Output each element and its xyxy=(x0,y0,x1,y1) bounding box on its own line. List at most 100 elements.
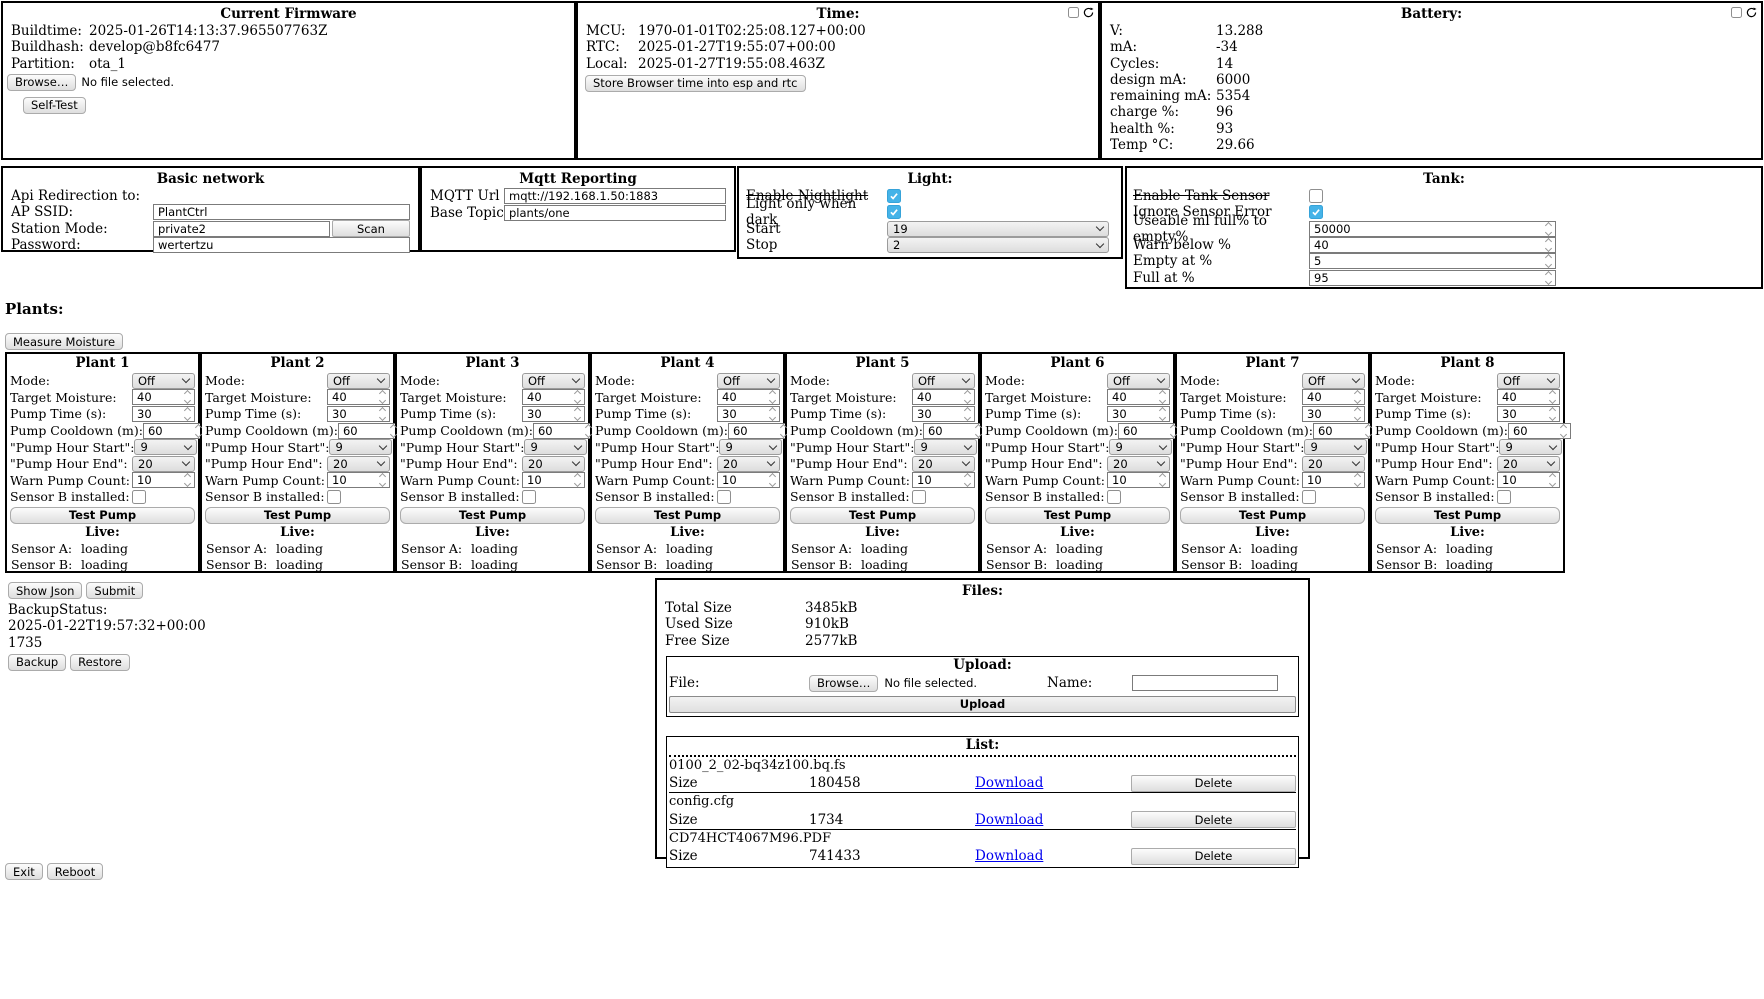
plant-cooldown-input[interactable] xyxy=(143,423,206,439)
plant-warn-count-input-field[interactable] xyxy=(913,473,961,487)
download-link[interactable]: Download xyxy=(975,775,1043,791)
plant-mode-select[interactable]: Off xyxy=(1107,373,1170,389)
plant-sensor-b-checkbox[interactable] xyxy=(912,490,926,504)
tank-useable-input-field[interactable] xyxy=(1310,222,1542,236)
tank-full-input-field[interactable] xyxy=(1310,271,1542,285)
station-mode-input[interactable] xyxy=(153,221,330,237)
upload-button[interactable]: Upload xyxy=(669,696,1296,713)
spinner-icon[interactable] xyxy=(376,390,389,404)
plant-cooldown-input-field[interactable] xyxy=(1119,424,1167,438)
test-pump-button[interactable]: Test Pump xyxy=(400,507,585,524)
reboot-button[interactable]: Reboot xyxy=(47,863,103,880)
restore-button[interactable]: Restore xyxy=(70,654,130,671)
plant-cooldown-input[interactable] xyxy=(533,423,596,439)
plant-cooldown-input-field[interactable] xyxy=(534,424,582,438)
plant-mode-select[interactable]: Off xyxy=(327,373,390,389)
mqtt-topic-input[interactable] xyxy=(504,205,726,221)
plant-hour-start-select[interactable]: 9 xyxy=(1499,439,1562,455)
spinner-icon[interactable] xyxy=(1351,407,1364,421)
plant-mode-select[interactable]: Off xyxy=(132,373,195,389)
plant-target-input[interactable] xyxy=(912,389,975,405)
spinner-icon[interactable] xyxy=(766,390,779,404)
plant-sensor-b-checkbox[interactable] xyxy=(1302,490,1316,504)
tank-ignore-checkbox[interactable] xyxy=(1309,205,1323,219)
light-start-select[interactable]: 19 xyxy=(887,221,1109,237)
spinner-icon[interactable] xyxy=(1546,407,1559,421)
plant-pump-time-input[interactable] xyxy=(132,406,195,422)
spinner-icon[interactable] xyxy=(766,407,779,421)
plant-warn-count-input-field[interactable] xyxy=(1498,473,1546,487)
plant-hour-end-select[interactable]: 20 xyxy=(1302,456,1365,472)
upload-name-input[interactable] xyxy=(1132,675,1278,691)
test-pump-button[interactable]: Test Pump xyxy=(205,507,390,524)
plant-pump-time-input[interactable] xyxy=(1107,406,1170,422)
submit-button[interactable]: Submit xyxy=(86,582,143,599)
plant-mode-select[interactable]: Off xyxy=(1497,373,1560,389)
plant-cooldown-input[interactable] xyxy=(338,423,401,439)
delete-button[interactable]: Delete xyxy=(1131,775,1296,792)
spinner-icon[interactable] xyxy=(181,473,194,487)
spinner-icon[interactable] xyxy=(961,407,974,421)
plant-cooldown-input-field[interactable] xyxy=(1509,424,1557,438)
plant-sensor-b-checkbox[interactable] xyxy=(1107,490,1121,504)
plant-warn-count-input-field[interactable] xyxy=(523,473,571,487)
plant-warn-count-input-field[interactable] xyxy=(133,473,181,487)
plant-cooldown-input[interactable] xyxy=(728,423,791,439)
plant-pump-time-input-field[interactable] xyxy=(523,407,571,421)
battery-auto-refresh-checkbox[interactable] xyxy=(1731,7,1742,18)
delete-button[interactable]: Delete xyxy=(1131,811,1296,828)
plant-cooldown-input[interactable] xyxy=(1508,423,1571,439)
plant-target-input-field[interactable] xyxy=(913,390,961,404)
spinner-icon[interactable] xyxy=(1546,390,1559,404)
plant-warn-count-input[interactable] xyxy=(717,472,780,488)
plant-target-input[interactable] xyxy=(717,389,780,405)
light-stop-select[interactable]: 2 xyxy=(887,237,1109,253)
spinner-icon[interactable] xyxy=(1542,222,1555,236)
download-link[interactable]: Download xyxy=(975,848,1043,864)
plant-pump-time-input-field[interactable] xyxy=(1303,407,1351,421)
plant-target-input[interactable] xyxy=(1497,389,1560,405)
plant-pump-time-input-field[interactable] xyxy=(1498,407,1546,421)
plant-target-input[interactable] xyxy=(327,389,390,405)
plant-pump-time-input[interactable] xyxy=(717,406,780,422)
spinner-icon[interactable] xyxy=(1351,473,1364,487)
spinner-icon[interactable] xyxy=(1542,238,1555,252)
plant-pump-time-input[interactable] xyxy=(327,406,390,422)
plant-hour-start-select[interactable]: 9 xyxy=(524,439,587,455)
plant-target-input[interactable] xyxy=(132,389,195,405)
plant-target-input[interactable] xyxy=(1107,389,1170,405)
spinner-icon[interactable] xyxy=(1156,390,1169,404)
self-test-button[interactable]: Self-Test xyxy=(23,97,86,114)
plant-warn-count-input[interactable] xyxy=(132,472,195,488)
plant-target-input-field[interactable] xyxy=(1303,390,1351,404)
spinner-icon[interactable] xyxy=(376,473,389,487)
tank-full-input[interactable] xyxy=(1309,270,1556,286)
plant-pump-time-input-field[interactable] xyxy=(1108,407,1156,421)
plant-hour-start-select[interactable]: 9 xyxy=(719,439,782,455)
plant-pump-time-input-field[interactable] xyxy=(718,407,766,421)
plant-sensor-b-checkbox[interactable] xyxy=(327,490,341,504)
plant-cooldown-input-field[interactable] xyxy=(924,424,972,438)
spinner-icon[interactable] xyxy=(766,473,779,487)
plant-warn-count-input[interactable] xyxy=(1302,472,1365,488)
tank-empty-input-field[interactable] xyxy=(1310,254,1542,268)
test-pump-button[interactable]: Test Pump xyxy=(985,507,1170,524)
nightlight-checkbox[interactable] xyxy=(887,189,901,203)
plant-target-input-field[interactable] xyxy=(328,390,376,404)
plant-cooldown-input-field[interactable] xyxy=(339,424,387,438)
plant-pump-time-input-field[interactable] xyxy=(133,407,181,421)
plant-hour-start-select[interactable]: 9 xyxy=(1304,439,1367,455)
test-pump-button[interactable]: Test Pump xyxy=(790,507,975,524)
plant-hour-end-select[interactable]: 20 xyxy=(717,456,780,472)
plant-cooldown-input[interactable] xyxy=(1118,423,1181,439)
plant-warn-count-input-field[interactable] xyxy=(328,473,376,487)
spinner-icon[interactable] xyxy=(1351,390,1364,404)
spinner-icon[interactable] xyxy=(181,390,194,404)
plant-sensor-b-checkbox[interactable] xyxy=(522,490,536,504)
plant-pump-time-input[interactable] xyxy=(912,406,975,422)
spinner-icon[interactable] xyxy=(571,473,584,487)
plant-cooldown-input-field[interactable] xyxy=(144,424,192,438)
plant-cooldown-input[interactable] xyxy=(1313,423,1376,439)
plant-warn-count-input-field[interactable] xyxy=(1303,473,1351,487)
spinner-icon[interactable] xyxy=(1542,254,1555,268)
